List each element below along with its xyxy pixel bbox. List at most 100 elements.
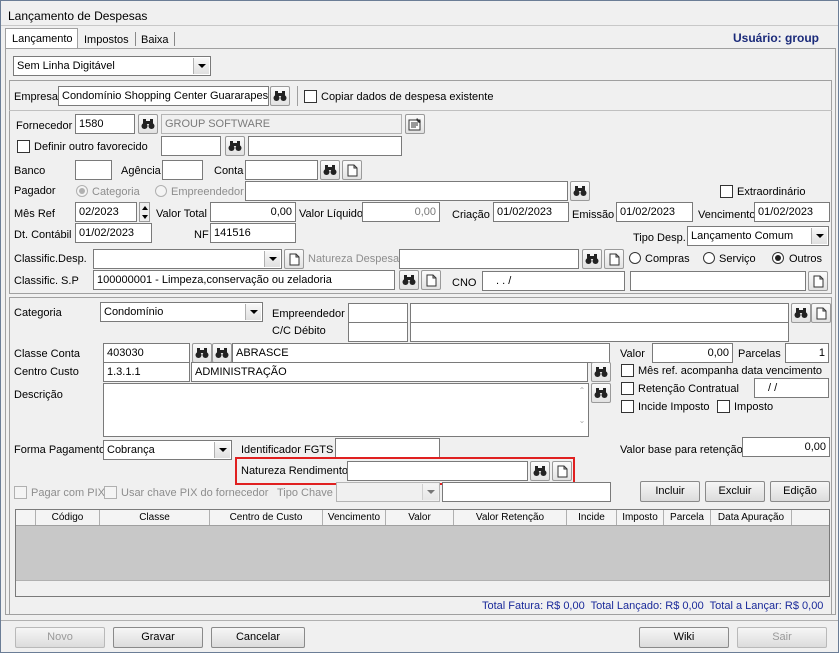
identificador-fgts-field[interactable] xyxy=(335,438,440,458)
new-document-icon[interactable] xyxy=(808,271,828,291)
centro-custo-code-field[interactable]: 1.3.1.1 xyxy=(103,362,190,382)
new-document-icon[interactable] xyxy=(604,249,624,269)
valor-field[interactable]: 0,00 xyxy=(652,343,733,363)
grid-col-codigo[interactable]: Código xyxy=(36,510,100,525)
servico-radio[interactable] xyxy=(703,252,715,264)
binoculars-icon[interactable] xyxy=(225,136,245,156)
sair-button[interactable]: Sair xyxy=(737,627,827,648)
usar-chave-pix-checkbox[interactable] xyxy=(104,486,117,499)
classe-conta-code-field[interactable]: 403030 xyxy=(103,343,190,363)
definir-favorecido-checkbox[interactable] xyxy=(17,140,30,153)
tipo-chave-select[interactable] xyxy=(336,482,440,502)
empreendedor-code-field[interactable] xyxy=(348,303,408,323)
mes-ref-spinner[interactable] xyxy=(139,202,150,222)
pagador-categoria-radio[interactable] xyxy=(76,185,88,197)
new-document-icon[interactable] xyxy=(552,461,572,481)
spin-up-icon[interactable] xyxy=(142,206,148,210)
classific-desp-select[interactable] xyxy=(93,249,282,269)
items-grid[interactable]: Código Classe Centro de Custo Vencimento… xyxy=(15,509,830,597)
emissao-field[interactable]: 01/02/2023 xyxy=(616,202,693,222)
grid-col-valor-retencao[interactable]: Valor Retenção xyxy=(454,510,567,525)
descricao-scrollbar[interactable]: ⌃ ⌄ xyxy=(577,386,587,434)
incide-imposto-checkbox[interactable] xyxy=(621,400,634,413)
mes-ref-field[interactable]: 02/2023 xyxy=(75,202,137,222)
binoculars-icon[interactable] xyxy=(591,383,611,403)
natureza-despesa-field[interactable] xyxy=(399,249,579,269)
empreendedor-name-field[interactable] xyxy=(410,303,789,323)
forma-pagamento-select[interactable]: Cobrança xyxy=(103,440,232,460)
grid-col-vencimento[interactable]: Vencimento xyxy=(323,510,386,525)
binoculars-icon[interactable] xyxy=(582,249,602,269)
banco-field[interactable] xyxy=(75,160,112,180)
agencia-field[interactable] xyxy=(162,160,203,180)
extraordinario-checkbox[interactable] xyxy=(720,185,733,198)
nf-field[interactable]: 141516 xyxy=(210,223,296,243)
grid-col-classe[interactable]: Classe xyxy=(100,510,210,525)
cancelar-button[interactable]: Cancelar xyxy=(211,627,305,648)
grid-col-parcela[interactable]: Parcela xyxy=(664,510,711,525)
chevron-down-icon[interactable] xyxy=(193,58,209,74)
copiar-dados-checkbox[interactable] xyxy=(304,90,317,103)
retencao-contratual-checkbox[interactable] xyxy=(621,382,634,395)
tab-lancamento[interactable]: Lançamento xyxy=(5,28,78,49)
valor-total-field[interactable]: 0,00 xyxy=(210,202,296,222)
binoculars-icon[interactable] xyxy=(212,343,232,363)
tipo-desp-select[interactable]: Lançamento Comum xyxy=(687,226,829,246)
chevron-down-icon[interactable] xyxy=(811,228,827,244)
spin-down-icon[interactable] xyxy=(142,215,148,219)
new-document-icon[interactable] xyxy=(284,249,304,269)
binoculars-icon[interactable] xyxy=(138,114,158,134)
binoculars-icon[interactable] xyxy=(791,303,811,323)
binoculars-icon[interactable] xyxy=(192,343,212,363)
fornecedor-code-field[interactable]: 1580 xyxy=(75,114,135,134)
outros-radio[interactable] xyxy=(772,252,784,264)
empresa-field[interactable]: Condomínio Shopping Center Guararapes xyxy=(58,86,269,106)
pagar-pix-checkbox[interactable] xyxy=(14,486,27,499)
vencimento-field[interactable]: 01/02/2023 xyxy=(754,202,830,222)
tab-impostos[interactable]: Impostos xyxy=(81,30,136,48)
pagador-field[interactable] xyxy=(245,181,568,201)
conta-field[interactable] xyxy=(245,160,318,180)
favorecido-name-field[interactable] xyxy=(248,136,402,156)
valor-base-field[interactable]: 0,00 xyxy=(742,437,830,457)
imposto-checkbox[interactable] xyxy=(717,400,730,413)
cc-debito-code-field[interactable] xyxy=(348,322,408,342)
grid-horizontal-scrollbar[interactable] xyxy=(16,580,829,596)
chevron-down-icon[interactable] xyxy=(422,484,438,500)
novo-button[interactable]: Novo xyxy=(15,627,105,648)
grid-col-centro-custo[interactable]: Centro de Custo xyxy=(210,510,323,525)
chevron-down-icon[interactable] xyxy=(214,442,230,458)
parcelas-field[interactable]: 1 xyxy=(785,343,829,363)
dt-contabil-field[interactable]: 01/02/2023 xyxy=(75,223,152,243)
natureza-rendimento-field[interactable] xyxy=(347,461,528,481)
pagador-empreendedor-radio[interactable] xyxy=(155,185,167,197)
chevron-down-icon[interactable] xyxy=(264,251,280,267)
binoculars-icon[interactable] xyxy=(399,270,419,290)
retencao-date-field[interactable]: / / xyxy=(754,378,829,398)
edicao-button[interactable]: Edição xyxy=(770,481,830,502)
favorecido-code-field[interactable] xyxy=(161,136,221,156)
new-document-icon[interactable] xyxy=(811,303,831,323)
binoculars-icon[interactable] xyxy=(591,362,611,382)
binoculars-icon[interactable] xyxy=(270,86,290,106)
binoculars-icon[interactable] xyxy=(530,461,550,481)
wiki-button[interactable]: Wiki xyxy=(639,627,729,648)
classe-conta-name-field[interactable]: ABRASCE xyxy=(232,343,610,363)
grid-col-valor[interactable]: Valor xyxy=(386,510,454,525)
chave-pix-field[interactable] xyxy=(442,482,611,502)
centro-custo-name-field[interactable]: ADMINISTRAÇÃO xyxy=(191,362,588,382)
classific-sp-field[interactable]: 100000001 - Limpeza,conservação ou zelad… xyxy=(93,270,395,290)
edit-record-icon[interactable] xyxy=(405,114,425,134)
cc-debito-name-field[interactable] xyxy=(410,322,789,342)
categoria-select[interactable]: Condomínio xyxy=(100,302,263,322)
criacao-field[interactable]: 01/02/2023 xyxy=(493,202,569,222)
incluir-button[interactable]: Incluir xyxy=(640,481,700,502)
cno-field[interactable]: . . / xyxy=(482,271,625,291)
linha-digitavel-select[interactable]: Sem Linha Digitável xyxy=(13,56,211,76)
grid-col-data-apuracao[interactable]: Data Apuração xyxy=(711,510,792,525)
grid-col-incide[interactable]: Incide xyxy=(567,510,617,525)
tab-baixa[interactable]: Baixa xyxy=(138,30,176,48)
new-document-icon[interactable] xyxy=(421,270,441,290)
mes-ref-vencimento-checkbox[interactable] xyxy=(621,364,634,377)
grid-col-imposto[interactable]: Imposto xyxy=(617,510,664,525)
